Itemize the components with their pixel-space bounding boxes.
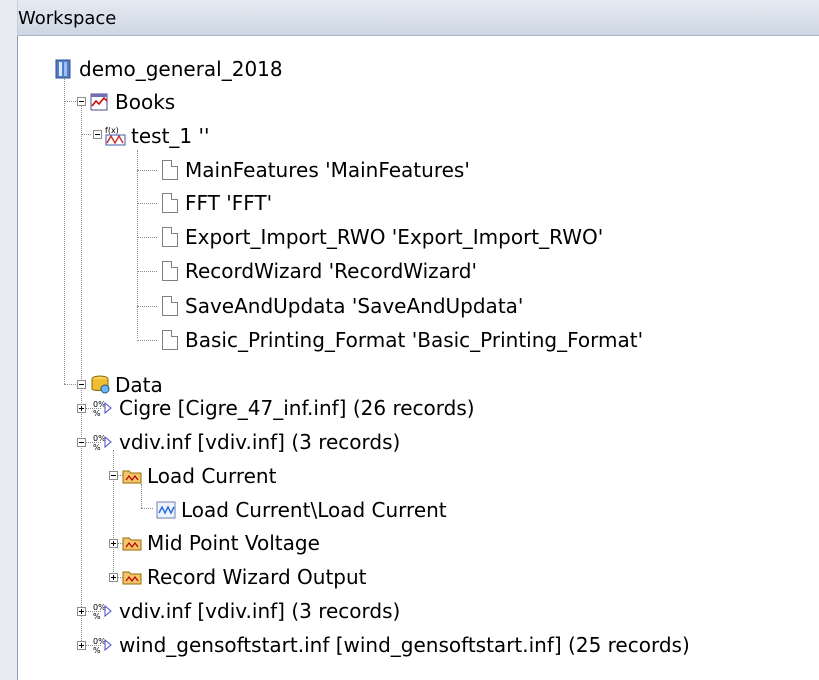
record-group-item[interactable]: Mid Point Voltage	[121, 527, 320, 559]
cigre-expander[interactable]	[77, 404, 86, 413]
folder-wave-icon	[121, 532, 143, 554]
data-expander[interactable]	[77, 380, 86, 389]
left-strip	[0, 0, 18, 680]
record-file-icon: 0%%	[93, 397, 115, 419]
svg-text:f(x): f(x)	[105, 126, 119, 135]
svg-text:0%: 0%	[93, 400, 106, 409]
book-node-test1[interactable]: f(x) test_1 ''	[105, 120, 210, 152]
workspace-title: Workspace	[18, 8, 117, 29]
folder-wave-icon	[121, 566, 143, 588]
svg-text:%: %	[93, 612, 101, 621]
record-file-icon: 0%%	[93, 634, 115, 656]
data-file-item[interactable]: 0%% vdiv.inf [vdiv.inf] (3 records)	[93, 426, 400, 458]
book-page-item[interactable]: SaveAndUpdata 'SaveAndUpdata'	[159, 290, 523, 322]
book-page-item[interactable]: Basic_Printing_Format 'Basic_Printing_Fo…	[159, 324, 643, 356]
vdiv1-expander[interactable]	[77, 438, 86, 447]
book-page-item[interactable]: Export_Import_RWO 'Export_Import_RWO'	[159, 221, 603, 253]
record-group-item[interactable]: Load Current	[121, 460, 276, 492]
book-page-item[interactable]: FFT 'FFT'	[159, 187, 272, 219]
svg-text:%: %	[93, 409, 101, 418]
workspace-header: Workspace	[0, 0, 819, 36]
test1-expander[interactable]	[93, 130, 102, 139]
root-node[interactable]: demo_general_2018	[53, 53, 283, 85]
workspace-root-icon	[53, 58, 75, 80]
svg-text:0%: 0%	[93, 434, 106, 443]
record-wizard-expander[interactable]	[109, 573, 118, 582]
document-icon	[159, 260, 181, 282]
record-group-item[interactable]: Record Wizard Output	[121, 561, 367, 593]
record-file-icon: 0%%	[93, 431, 115, 453]
books-expander[interactable]	[77, 97, 86, 106]
wind-expander[interactable]	[77, 641, 86, 650]
document-icon	[159, 329, 181, 351]
books-node[interactable]: Books	[89, 86, 175, 118]
data-file-item[interactable]: 0%% Cigre [Cigre_47_inf.inf] (26 records…	[93, 392, 475, 424]
document-icon	[159, 226, 181, 248]
waveform-icon	[155, 499, 177, 521]
record-item[interactable]: Load Current\Load Current	[155, 494, 447, 526]
mid-point-expander[interactable]	[109, 539, 118, 548]
function-icon: f(x)	[105, 125, 127, 147]
document-icon	[159, 295, 181, 317]
workspace-panel: Workspace demo_general_2018 Books f(x) t…	[0, 0, 819, 680]
svg-text:%: %	[93, 646, 101, 655]
vdiv2-expander[interactable]	[77, 607, 86, 616]
load-current-expander[interactable]	[109, 471, 118, 480]
data-file-item[interactable]: 0%% vdiv.inf [vdiv.inf] (3 records)	[93, 595, 400, 627]
document-icon	[159, 159, 181, 181]
record-file-icon: 0%%	[93, 600, 115, 622]
svg-text:0%: 0%	[93, 603, 106, 612]
workspace-tree: demo_general_2018 Books f(x) test_1 '' M…	[17, 36, 819, 680]
folder-wave-icon	[121, 465, 143, 487]
book-page-item[interactable]: MainFeatures 'MainFeatures'	[159, 154, 470, 186]
book-page-item[interactable]: RecordWizard 'RecordWizard'	[159, 255, 477, 287]
svg-text:%: %	[93, 443, 101, 452]
document-icon	[159, 192, 181, 214]
data-file-item[interactable]: 0%% wind_gensoftstart.inf [wind_gensofts…	[93, 629, 690, 661]
svg-text:0%: 0%	[93, 637, 106, 646]
books-icon	[89, 91, 111, 113]
